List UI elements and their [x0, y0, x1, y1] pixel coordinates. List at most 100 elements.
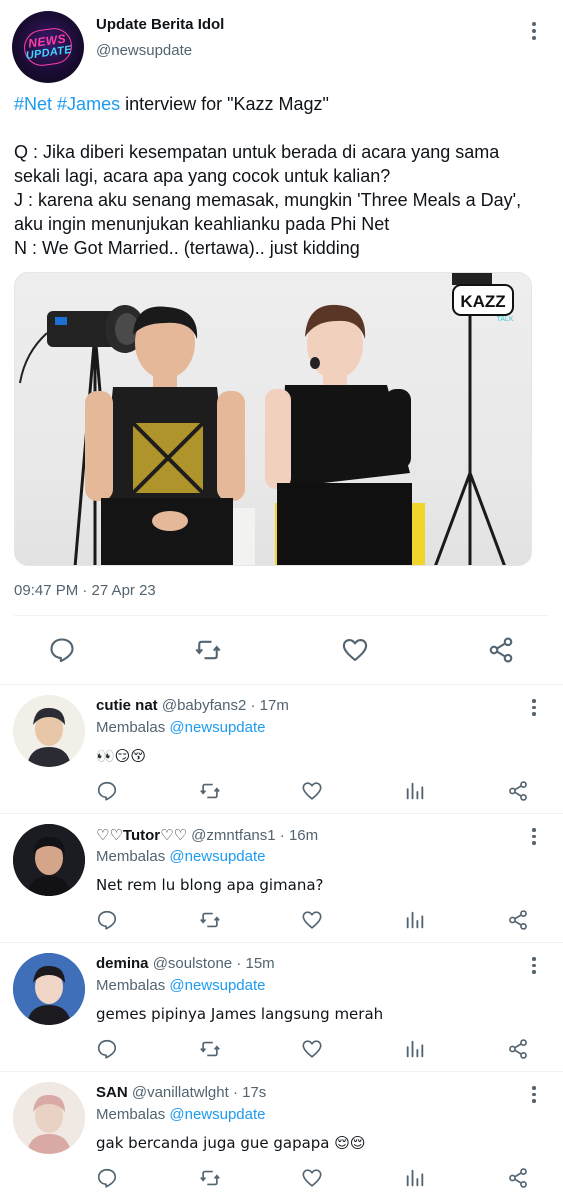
reply-tweet[interactable]: SAN @vanillatwlght · 17s Membalas @newsu…	[0, 1071, 563, 1200]
retweet-icon[interactable]	[199, 1038, 221, 1060]
tweet-headline: #Net #James interview for "Kazz Magz"	[14, 92, 559, 116]
share-icon[interactable]	[487, 636, 515, 664]
reply-avatar-photo	[13, 695, 85, 767]
like-icon[interactable]	[301, 1167, 323, 1189]
tweet-line: aku ingin menunjukan keahlianku pada Phi…	[14, 214, 390, 234]
reply-author-handle[interactable]: @vanillatwlght	[132, 1084, 229, 1101]
views-bar-chart-icon[interactable]	[404, 909, 426, 931]
reply-avatar[interactable]	[13, 953, 85, 1025]
author-handle[interactable]: @newsupdate	[96, 42, 192, 59]
reply-author-name[interactable]: ♡♡Tutor♡♡	[96, 827, 187, 844]
replying-mention[interactable]: @newsupdate	[169, 977, 265, 994]
replying-label: Membalas	[96, 719, 166, 736]
author-name[interactable]: Update Berita Idol	[96, 16, 224, 33]
retweet-icon[interactable]	[199, 1167, 221, 1189]
replying-mention[interactable]: @newsupdate	[169, 719, 265, 736]
more-options-icon[interactable]	[527, 22, 541, 44]
replying-label: Membalas	[96, 1106, 166, 1123]
reply-header: demina @soulstone · 15m	[96, 955, 275, 972]
reply-tweet[interactable]: ♡♡Tutor♡♡ @zmntfans1 · 16m Membalas @new…	[0, 813, 563, 943]
kazz-logo-sub: TALK	[497, 316, 514, 323]
replying-to: Membalas @newsupdate	[96, 719, 266, 736]
reply-avatar-photo	[13, 1082, 85, 1154]
share-icon[interactable]	[507, 780, 529, 802]
more-options-icon[interactable]	[528, 699, 540, 719]
reply-text: Net rem lu blong apa gimana?	[96, 876, 324, 894]
reply-time: · 17s	[232, 1084, 267, 1101]
divider	[14, 615, 549, 616]
reply-avatar[interactable]	[13, 824, 85, 896]
hashtag-james[interactable]: #James	[57, 94, 120, 114]
views-bar-chart-icon[interactable]	[404, 1038, 426, 1060]
reply-avatar[interactable]	[13, 1082, 85, 1154]
reply-text: gemes pipinya James langsung merah	[96, 1005, 384, 1023]
reply-actions	[0, 1167, 563, 1191]
reply-header: SAN @vanillatwlght · 17s	[96, 1084, 266, 1101]
kazz-logo-text: KAZZ	[460, 292, 505, 311]
reply-icon[interactable]	[48, 636, 76, 664]
share-icon[interactable]	[507, 1038, 529, 1060]
reply-icon[interactable]	[96, 780, 118, 802]
share-icon[interactable]	[507, 909, 529, 931]
replying-mention[interactable]: @newsupdate	[169, 1106, 265, 1123]
replying-label: Membalas	[96, 848, 166, 865]
tweet-actions	[0, 628, 563, 672]
reply-tweet[interactable]: cutie nat @babyfans2 · 17m Membalas @new…	[0, 684, 563, 814]
reply-author-name[interactable]: demina	[96, 955, 149, 972]
person-right	[265, 304, 412, 565]
reply-avatar-photo	[13, 953, 85, 1025]
reply-tweet[interactable]: demina @soulstone · 15m Membalas @newsup…	[0, 942, 563, 1072]
reply-time: · 17m	[250, 697, 289, 714]
replying-to: Membalas @newsupdate	[96, 977, 266, 994]
more-options-icon[interactable]	[528, 1086, 540, 1106]
light-stand-right	[434, 273, 506, 565]
reply-avatar-photo	[13, 824, 85, 896]
replying-to: Membalas @newsupdate	[96, 848, 266, 865]
tweet-text: #Net #James interview for "Kazz Magz" Q …	[14, 92, 559, 260]
retweet-icon[interactable]	[194, 636, 222, 664]
tweet-timestamp[interactable]: 09:47 PM · 27 Apr 23	[14, 582, 156, 599]
reply-actions	[0, 909, 563, 933]
replying-to: Membalas @newsupdate	[96, 1106, 266, 1123]
reply-header: ♡♡Tutor♡♡ @zmntfans1 · 16m	[96, 826, 318, 844]
main-tweet: NEWS UPDATE Update Berita Idol @newsupda…	[0, 0, 563, 684]
reply-author-name[interactable]: SAN	[96, 1084, 128, 1101]
like-icon[interactable]	[341, 636, 369, 664]
tweet-line: N : We Got Married.. (tertawa).. just ki…	[14, 238, 360, 258]
headline-text: interview for "Kazz Magz"	[120, 94, 329, 114]
reply-icon[interactable]	[96, 1167, 118, 1189]
reply-avatar[interactable]	[13, 695, 85, 767]
hashtag-net[interactable]: #Net	[14, 94, 52, 114]
tweet-line: Q : Jika diberi kesempatan untuk berada …	[14, 142, 500, 162]
tweet-photo[interactable]: KAZZ TALK	[14, 272, 532, 566]
reply-actions	[0, 780, 563, 804]
reply-author-handle[interactable]: @soulstone	[153, 955, 232, 972]
reply-text: gak bercanda juga gue gapapa 😌😌	[96, 1134, 366, 1152]
reply-header: cutie nat @babyfans2 · 17m	[96, 697, 289, 714]
like-icon[interactable]	[301, 1038, 323, 1060]
replying-label: Membalas	[96, 977, 166, 994]
photo-illustration: KAZZ TALK	[19, 273, 514, 565]
reply-icon[interactable]	[96, 1038, 118, 1060]
share-icon[interactable]	[507, 1167, 529, 1189]
kazz-logo: KAZZ TALK	[452, 284, 514, 323]
reply-author-handle[interactable]: @babyfans2	[162, 697, 246, 714]
replying-mention[interactable]: @newsupdate	[169, 848, 265, 865]
reply-time: · 15m	[236, 955, 275, 972]
more-options-icon[interactable]	[528, 957, 540, 977]
reply-text: 👀😏😚	[96, 747, 146, 765]
reply-author-name[interactable]: cutie nat	[96, 697, 158, 714]
tweet-line: sekali lagi, acara apa yang cocok untuk …	[14, 166, 391, 186]
more-options-icon[interactable]	[528, 828, 540, 848]
like-icon[interactable]	[301, 780, 323, 802]
reply-author-handle[interactable]: @zmntfans1	[191, 827, 275, 844]
reply-icon[interactable]	[96, 909, 118, 931]
author-avatar[interactable]: NEWS UPDATE	[12, 11, 84, 83]
views-bar-chart-icon[interactable]	[404, 780, 426, 802]
tweet-line: J : karena aku senang memasak, mungkin '…	[14, 190, 522, 210]
reply-time: · 16m	[279, 827, 319, 844]
retweet-icon[interactable]	[199, 909, 221, 931]
views-bar-chart-icon[interactable]	[404, 1167, 426, 1189]
like-icon[interactable]	[301, 909, 323, 931]
retweet-icon[interactable]	[199, 780, 221, 802]
